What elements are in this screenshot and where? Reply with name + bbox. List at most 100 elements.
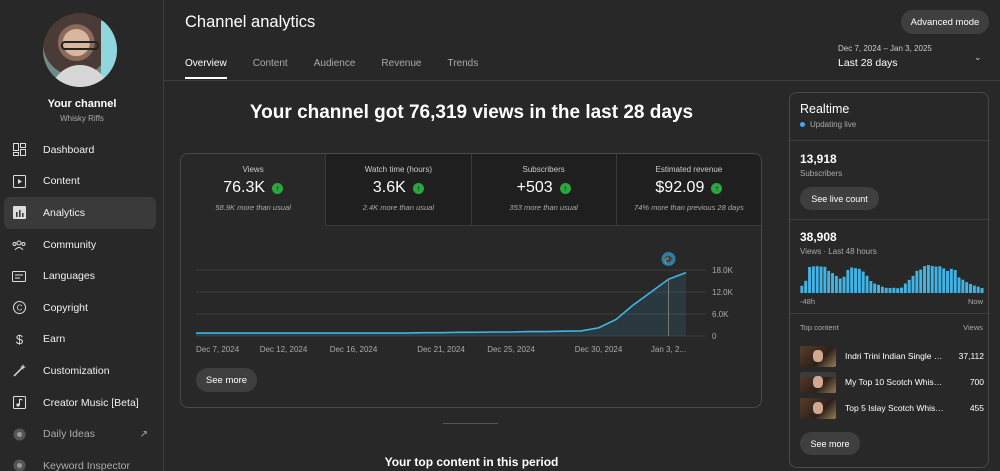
hourly-views-bar[interactable] <box>930 265 934 293</box>
sidebar-item-creator-music[interactable]: Creator Music [Beta] <box>4 387 156 419</box>
hourly-views-bar[interactable] <box>957 277 961 293</box>
hourly-views-bar[interactable] <box>915 270 919 293</box>
hourly-views-bar[interactable] <box>804 280 808 293</box>
hourly-views-bar[interactable] <box>938 266 942 293</box>
hourly-views-bar[interactable] <box>911 275 915 293</box>
metric-note: 74% more than previous 28 days <box>634 203 744 212</box>
hourly-views-bar[interactable] <box>953 269 957 293</box>
sidebar-item-earn[interactable]: $ Earn <box>4 324 156 356</box>
sidebar-item-label: Customization <box>43 364 110 377</box>
earn-icon: $ <box>12 332 26 346</box>
hourly-views-bar[interactable] <box>815 266 819 293</box>
hourly-views-bar[interactable] <box>900 287 903 293</box>
hourly-views-bar[interactable] <box>811 266 815 293</box>
date-range-text: Dec 7, 2024 – Jan 3, 2025 <box>838 44 932 53</box>
hourly-views-bar[interactable] <box>854 268 857 293</box>
hourly-views-bar[interactable] <box>961 279 965 293</box>
hourly-views-bar[interactable] <box>834 275 838 293</box>
hourly-views-bar[interactable] <box>842 276 846 293</box>
advanced-mode-button[interactable]: Advanced mode <box>901 10 989 34</box>
realtime-see-more-button[interactable]: See more <box>800 432 860 455</box>
video-title: Top 5 Islay Scotch Whiskies <box>845 403 945 413</box>
hourly-views-bar[interactable] <box>857 268 861 293</box>
tab-overview[interactable]: Overview <box>185 58 227 79</box>
metric-label: Estimated revenue <box>655 165 723 174</box>
top-content-row[interactable]: Top 5 Islay Scotch Whiskies 455 <box>800 397 984 419</box>
hourly-views-bar[interactable] <box>934 266 938 293</box>
hourly-views-bar[interactable] <box>865 275 869 293</box>
tab-content[interactable]: Content <box>253 58 288 79</box>
tab-audience[interactable]: Audience <box>314 58 356 79</box>
sidebar-item-label: Dashboard <box>43 143 95 156</box>
tab-trends[interactable]: Trends <box>447 58 478 79</box>
metric-revenue[interactable]: Estimated revenue $92.09 ↑ 74% more than … <box>616 154 761 226</box>
metric-views[interactable]: Views 76.3K ↑ 58.9K more than usual <box>181 154 327 226</box>
hourly-views-bar[interactable] <box>946 270 949 293</box>
sidebar-item-community[interactable]: Community <box>4 229 156 261</box>
hourly-views-bar[interactable] <box>949 268 953 293</box>
see-live-count-button[interactable]: See live count <box>800 187 879 210</box>
tab-revenue[interactable]: Revenue <box>381 58 421 79</box>
top-content-label: Top content <box>800 323 839 332</box>
hourly-views-bar[interactable] <box>926 265 930 293</box>
metric-watch-time[interactable]: Watch time (hours) 3.6K ↑ 2.4K more than … <box>326 154 472 226</box>
sidebar-item-content[interactable]: Content <box>4 166 156 198</box>
sidebar-item-daily-ideas[interactable]: Daily Ideas ↗ <box>4 418 156 450</box>
hourly-views-bar[interactable] <box>892 287 896 293</box>
hourly-views-bar[interactable] <box>877 284 880 293</box>
realtime-views-bars[interactable] <box>800 265 984 293</box>
date-range-picker[interactable]: Dec 7, 2024 – Jan 3, 2025 Last 28 days <box>838 44 932 69</box>
see-more-button[interactable]: See more <box>196 368 257 392</box>
channel-avatar[interactable] <box>43 13 117 87</box>
top-content-row[interactable]: Indri Trini Indian Single Malt Whisky 37… <box>800 345 984 367</box>
hourly-views-bar[interactable] <box>972 285 976 293</box>
hourly-views-bar[interactable] <box>965 282 969 293</box>
hourly-views-bar[interactable] <box>980 288 984 293</box>
sidebar-item-analytics[interactable]: Analytics <box>4 197 156 229</box>
channel-handle: Whisky Riffs <box>60 114 104 123</box>
views-chart[interactable]: 18.0K 12.0K 6.0K 0 🎓 Dec 7, 2024 Dec 12, 2024 D… <box>181 226 761 366</box>
hourly-views-bar[interactable] <box>907 279 911 293</box>
svg-text:C: C <box>16 304 22 313</box>
hourly-views-bar[interactable] <box>969 283 972 293</box>
hourly-views-bar[interactable] <box>888 288 892 293</box>
metric-subscribers[interactable]: Subscribers +503 ↑ 353 more than usual <box>471 154 617 226</box>
page-title: Channel analytics <box>185 13 316 31</box>
realtime-views: 38,908 <box>800 230 837 244</box>
hourly-views-bar[interactable] <box>850 267 854 293</box>
hourly-views-bar[interactable] <box>903 283 907 293</box>
hourly-views-bar[interactable] <box>800 285 804 293</box>
hourly-views-bar[interactable] <box>846 269 850 293</box>
hourly-views-bar[interactable] <box>976 286 980 293</box>
hourly-views-bar[interactable] <box>884 287 888 293</box>
hourly-views-bar[interactable] <box>923 266 926 293</box>
hourly-views-bar[interactable] <box>873 283 877 293</box>
hourly-views-bar[interactable] <box>942 268 946 293</box>
hourly-views-bar[interactable] <box>808 267 811 293</box>
hourly-views-bar[interactable] <box>831 273 834 293</box>
metric-note: 58.9K more than usual <box>215 203 291 212</box>
sidebar-item-dashboard[interactable]: Dashboard <box>4 134 156 166</box>
views-area <box>196 272 686 336</box>
chevron-down-icon[interactable]: ⌄ <box>974 52 982 63</box>
hourly-views-bar[interactable] <box>823 266 827 293</box>
metric-label: Watch time (hours) <box>364 165 433 174</box>
copyright-icon: C <box>12 301 26 315</box>
date-range-label: Last 28 days <box>838 57 898 69</box>
sidebar-item-copyright[interactable]: C Copyright <box>4 292 156 324</box>
community-icon <box>12 238 26 252</box>
hourly-views-bar[interactable] <box>827 270 831 293</box>
hourly-views-bar[interactable] <box>861 271 865 293</box>
sidebar-item-languages[interactable]: Languages <box>4 260 156 292</box>
hourly-views-bar[interactable] <box>896 288 900 293</box>
sidebar-item-keyword-inspector[interactable]: Keyword Inspector <box>4 450 156 471</box>
top-content-row[interactable]: My Top 10 Scotch Whiskies 700 <box>800 371 984 393</box>
hourly-views-bar[interactable] <box>819 266 823 293</box>
graduation-cap-icon: 🎓 <box>664 255 674 264</box>
hourly-views-bar[interactable] <box>838 278 842 293</box>
live-dot-icon <box>800 122 805 127</box>
hourly-views-bar[interactable] <box>880 286 884 293</box>
sidebar-item-customization[interactable]: Customization <box>4 355 156 387</box>
hourly-views-bar[interactable] <box>919 269 923 293</box>
hourly-views-bar[interactable] <box>869 281 873 293</box>
